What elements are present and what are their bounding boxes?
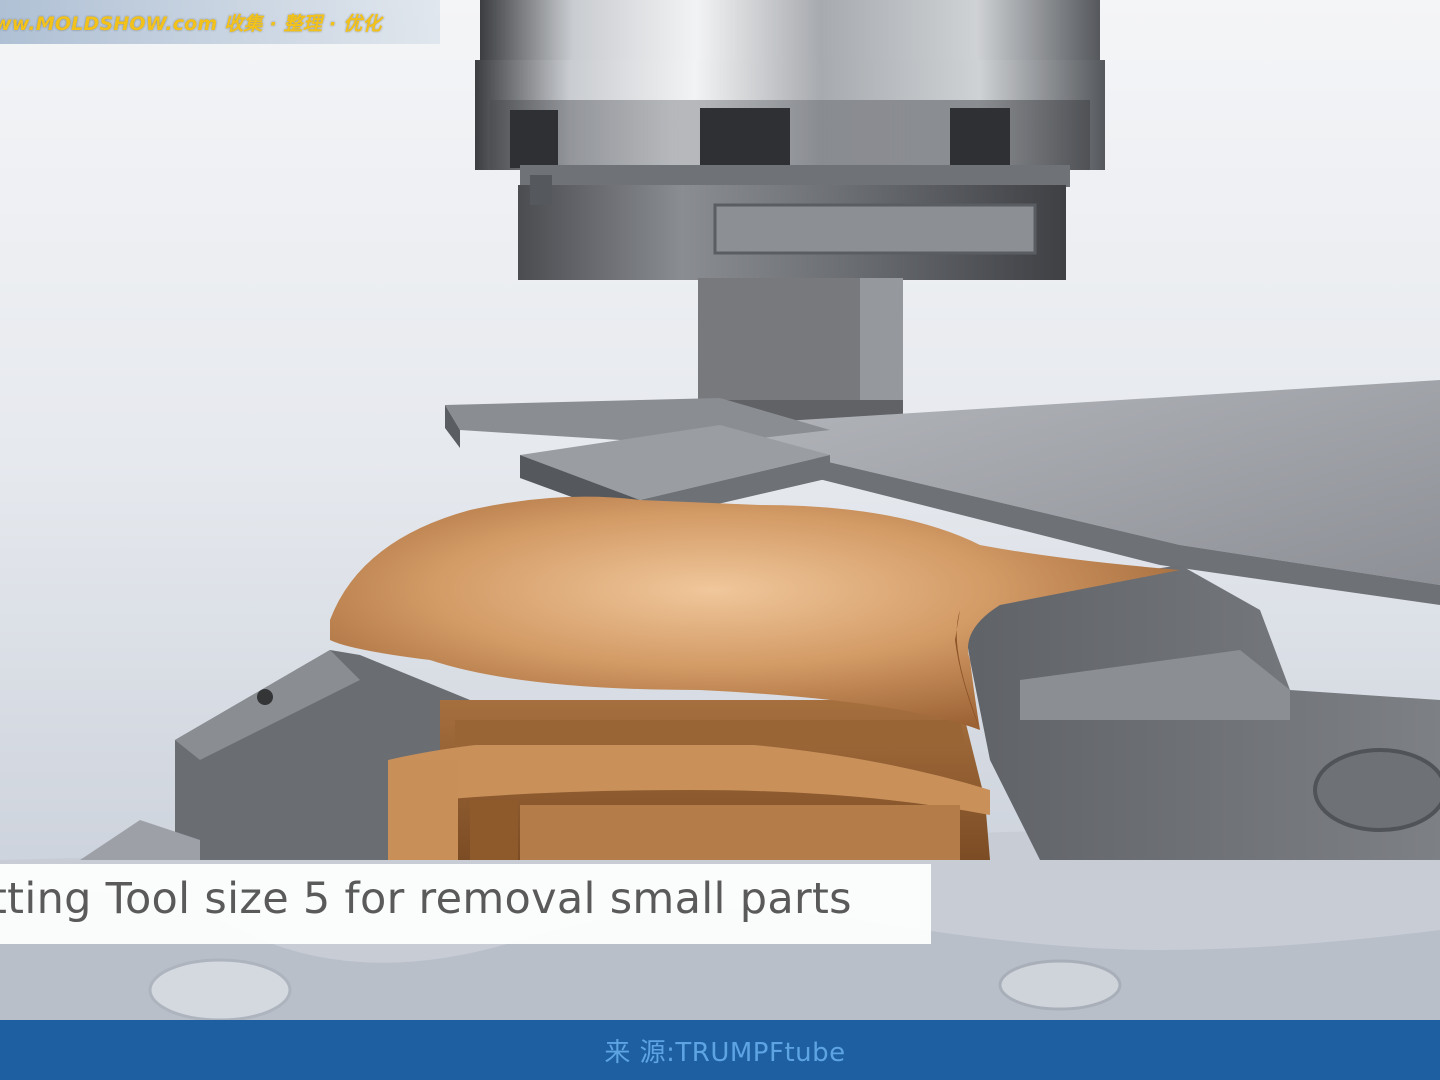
watermark-text: ww.MOLDSHOW.com 收集 · 整理 · 优化	[0, 12, 382, 35]
source-credit-text: 来 源:TRUMPFtube	[604, 1037, 846, 1068]
caption-text: tting Tool size 5 for removal small part…	[0, 874, 852, 924]
subtitle-caption: tting Tool size 5 for removal small part…	[0, 864, 931, 944]
video-frame: ww.MOLDSHOW.com 收集 · 整理 · 优化 tting Tool …	[0, 0, 1440, 1080]
source-credit-bar: 来 源:TRUMPFtube	[0, 1020, 1440, 1080]
watermark-banner: ww.MOLDSHOW.com 收集 · 整理 · 优化	[0, 0, 440, 44]
